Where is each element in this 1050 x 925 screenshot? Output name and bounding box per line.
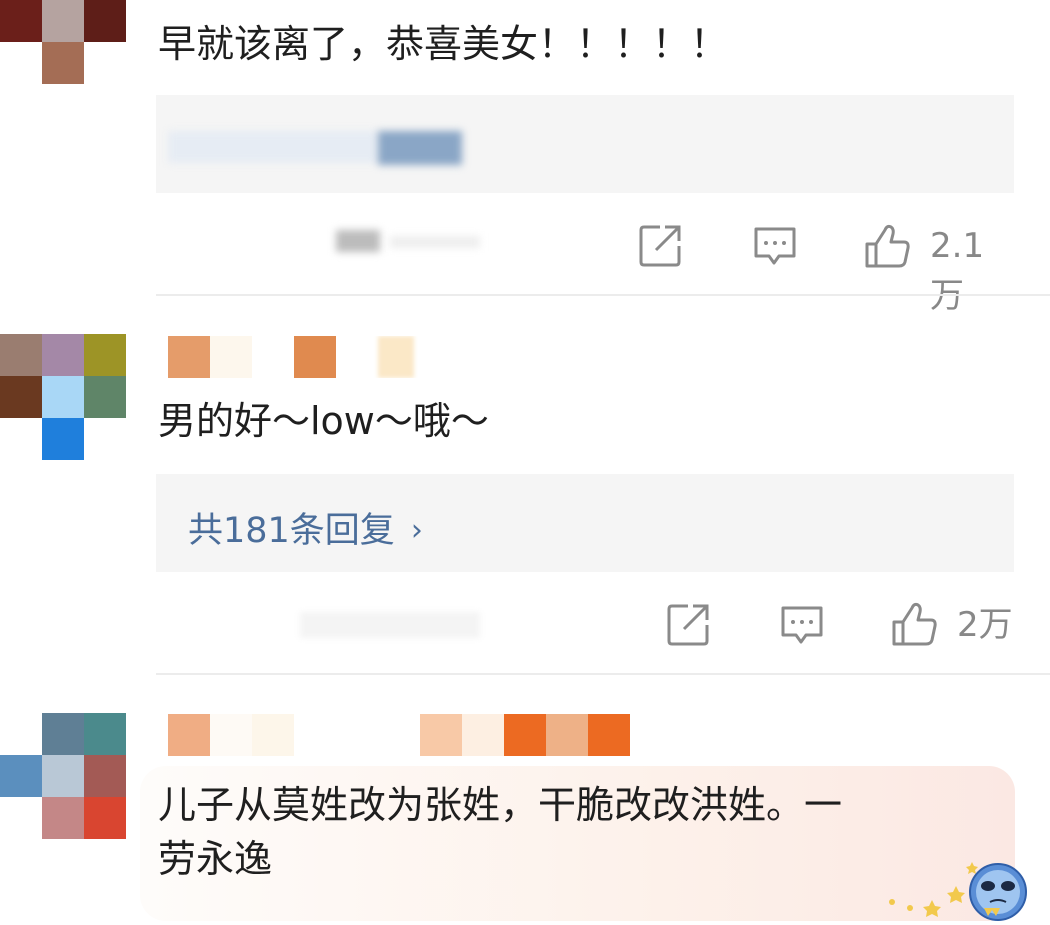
reply-box[interactable] [156,95,1014,193]
reply-count-link[interactable]: 共181条回复 › [188,502,423,553]
thumbs-up-icon [865,224,910,268]
avatar[interactable] [0,334,126,460]
comment-text: 儿子从莫姓改为张姓，干脆改改洪姓。一 劳永逸 [158,778,842,886]
comment-button[interactable] [752,224,798,274]
like-button[interactable]: 2万 [891,600,1015,650]
comment-text: 男的好～low～哦～ [158,399,489,443]
avatar[interactable] [0,0,126,84]
comment-text: 早就该离了，恭喜美女！！！！！ [158,22,729,66]
mascot-sticker-icon [884,856,1050,921]
comment-icon [754,227,796,265]
redacted-location [300,612,480,638]
comment-text-line: 劳永逸 [158,837,273,881]
redacted-reply-label [378,131,462,165]
share-button[interactable] [666,601,712,651]
thumbs-up-icon [892,602,937,646]
redacted-location [390,236,480,248]
comment-icon [781,606,823,644]
chevron-right-icon: › [410,513,423,548]
like-count: 2万 [957,605,1013,645]
comment-text-line: 儿子从莫姓改为张姓，干脆改改洪姓。一 [158,783,843,827]
reply-box[interactable]: 共181条回复 › [156,474,1014,572]
divider [156,673,1050,675]
avatar[interactable] [0,713,126,839]
comment-button[interactable] [779,603,825,653]
like-count: 2.1万 [930,226,985,316]
share-icon [639,225,681,267]
redacted-reply-label [168,131,378,163]
share-icon [667,604,709,646]
like-button[interactable]: 2.1万 [864,222,1014,316]
divider [156,294,1050,296]
redacted-location [336,230,380,252]
share-button[interactable] [638,222,684,272]
